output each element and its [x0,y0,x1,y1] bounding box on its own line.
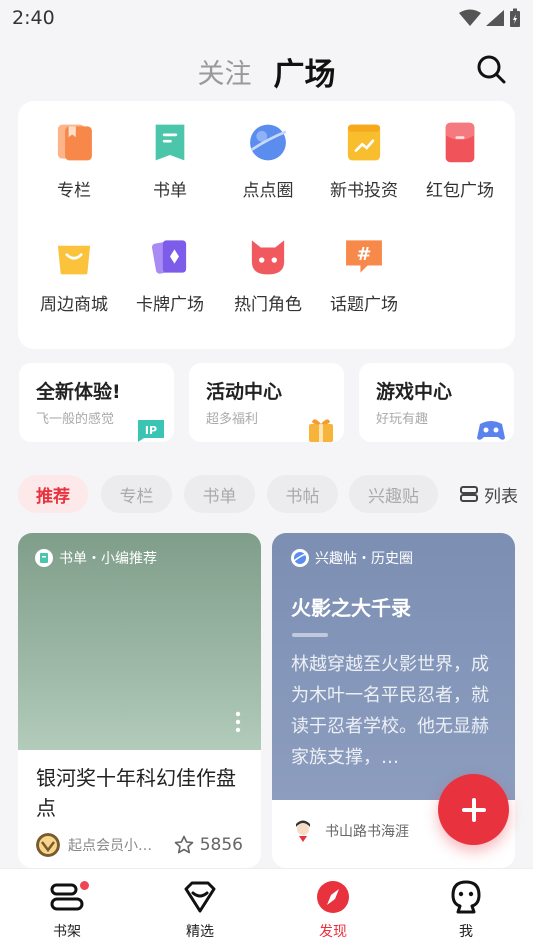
tab-follow[interactable]: 关注 [198,52,252,91]
card-cover: 书单・小编推荐 [18,533,261,750]
grid-item-topic[interactable]: # 话题广场 [316,215,412,315]
booklist-badge-icon [35,549,53,567]
bookshelf-icon [49,879,89,915]
author-name: 书山路书海涯 [325,824,409,840]
grid-label: 话题广场 [330,295,398,315]
status-time: 2:40 [12,7,55,29]
nav-discover[interactable]: 发现 [293,879,373,941]
nav-label: 发现 [319,924,347,940]
filter-column[interactable]: 专栏 [101,475,172,513]
grid-item-column[interactable]: 专栏 [26,101,122,201]
entry-new-experience[interactable]: 全新体验! 飞一般的感觉 IP [19,363,174,442]
redpacket-icon [445,122,475,163]
column-icon [57,124,92,161]
nav-me[interactable]: 我 [426,879,506,941]
list-toggle-label: 列表 [484,486,518,507]
bottom-nav: 书架 精选 发现 我 [0,868,533,947]
card-title: 银河奖十年科幻佳作盘点 [36,766,236,820]
nav-label: 书架 [53,924,81,940]
entry-activity-center[interactable]: 活动中心 超多福利 [189,363,344,442]
grid-item-circle[interactable]: 点点圈 [220,101,316,201]
svg-text:IP: IP [145,424,157,437]
gamepad-icon [477,421,505,440]
nav-bookshelf[interactable]: 书架 [27,879,107,941]
card-cover: 兴趣帖・历史圈 火影之大千录 林越穿越至火影世界，成为木叶一名平民忍者，就读于忍… [272,533,515,800]
wifi-icon [459,9,481,26]
divider [292,633,328,637]
grid-label: 书单 [153,181,187,201]
cards-icon [151,240,187,274]
planet-icon [250,124,287,161]
entry-game-center[interactable]: 游戏中心 好玩有趣 [359,363,514,442]
status-icons [459,8,521,28]
search-icon[interactable] [475,53,507,85]
card-tag: 兴趣帖・历史圈 [291,548,413,568]
booklist-icon [155,124,185,161]
list-view-toggle[interactable]: 列表 [460,475,518,513]
filter-booklist[interactable]: 书单 [184,475,255,513]
create-post-button[interactable] [438,774,509,845]
ip-badge-icon: IP [138,420,164,442]
card-meta: 书山路书海涯 [291,819,409,843]
character-icon [251,240,285,275]
list-icon [460,486,478,502]
profile-icon [448,879,484,915]
planet-badge-icon [291,549,309,567]
author-name: 起点会员小秘书 [68,838,160,854]
grid-label: 点点圈 [242,181,294,201]
filter-row: 推荐 专栏 书单 书帖 兴趣贴 列表 [18,475,518,513]
status-bar: 2:40 [0,0,533,36]
grid-label: 红包广场 [426,181,494,201]
grid-item-booklist[interactable]: 书单 [122,101,218,201]
card-tag-label: 兴趣帖・历史圈 [315,551,413,567]
nav-label: 我 [459,924,473,940]
grid-item-redpacket[interactable]: 红包广场 [412,101,508,201]
card-tag-label: 书单・小编推荐 [59,551,157,567]
grid-item-invest[interactable]: 新书投资 [316,101,412,201]
filter-post[interactable]: 书帖 [267,475,338,513]
nav-label: 精选 [186,924,214,940]
battery-icon [510,8,520,27]
top-tabs: 关注 广场 [0,46,533,106]
svg-text:#: # [356,244,371,265]
card-excerpt: 林越穿越至火影世界，成为木叶一名平民忍者，就读于忍者学校。他无显赫家族支撑，… [291,654,489,768]
avatar [36,833,60,857]
grid-label: 热门角色 [234,295,302,315]
feature-grid: 专栏 书单 点点圈 新书投资 红包广场 周边商城 卡牌广场 热门角色 # 话题广… [18,101,515,349]
gift-icon [309,419,333,442]
grid-label: 专栏 [57,181,91,201]
entry-title: 全新体验! [36,381,121,403]
tab-square[interactable]: 广场 [274,49,336,106]
grid-label: 周边商城 [40,295,108,315]
grid-item-cards[interactable]: 卡牌广场 [122,215,218,315]
nav-featured[interactable]: 精选 [160,879,240,941]
compass-icon [315,879,351,915]
invest-icon [347,124,381,161]
entry-title: 游戏中心 [376,381,453,403]
star-icon [174,835,194,854]
likes-count[interactable]: 5856 [174,835,243,855]
shop-bag-icon [57,245,91,275]
card-title: 火影之大千录 [291,596,411,620]
topic-icon: # [346,240,382,273]
signal-icon [486,10,504,26]
grid-label: 卡牌广场 [136,295,204,315]
card-meta: 起点会员小秘书 5856 [36,832,243,858]
plus-icon [461,797,486,822]
grid-item-character[interactable]: 热门角色 [220,215,316,315]
notification-dot [80,881,89,890]
grid-label: 新书投资 [330,181,398,201]
card-tag: 书单・小编推荐 [35,548,157,568]
filter-interest[interactable]: 兴趣贴 [349,475,438,513]
feed-card-booklist[interactable]: 书单・小编推荐 银河奖十年科幻佳作盘点 起点会员小秘书 5856 [18,533,261,868]
diamond-icon [182,879,218,915]
entry-title: 活动中心 [206,381,283,403]
avatar [291,819,315,843]
filter-recommend[interactable]: 推荐 [18,475,88,513]
more-icon[interactable] [235,711,241,733]
grid-item-shop[interactable]: 周边商城 [26,215,122,315]
likes-value: 5856 [199,835,243,855]
